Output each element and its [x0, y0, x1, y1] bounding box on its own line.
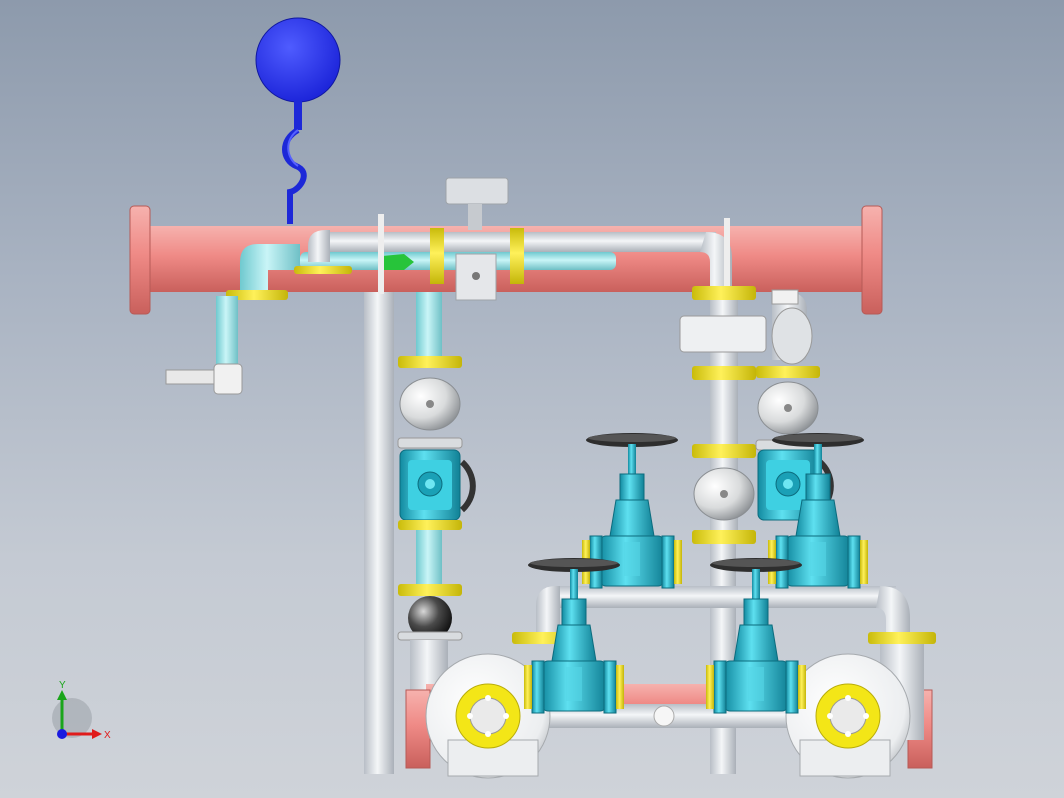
cad-viewport[interactable]: Y X — [0, 0, 1064, 798]
left-check-valve[interactable] — [399, 449, 476, 521]
y-axis-label: Y — [59, 680, 66, 691]
pressure-tank[interactable] — [255, 17, 341, 224]
middle-riser[interactable] — [679, 286, 767, 544]
x-axis-label: X — [104, 730, 111, 741]
left-drain-pipe[interactable] — [165, 296, 243, 395]
z-axis-dot — [57, 729, 67, 739]
pump-station-model[interactable]: Y X — [0, 0, 1064, 798]
axis-triad: Y X — [52, 680, 111, 741]
support-column-left — [364, 288, 394, 774]
